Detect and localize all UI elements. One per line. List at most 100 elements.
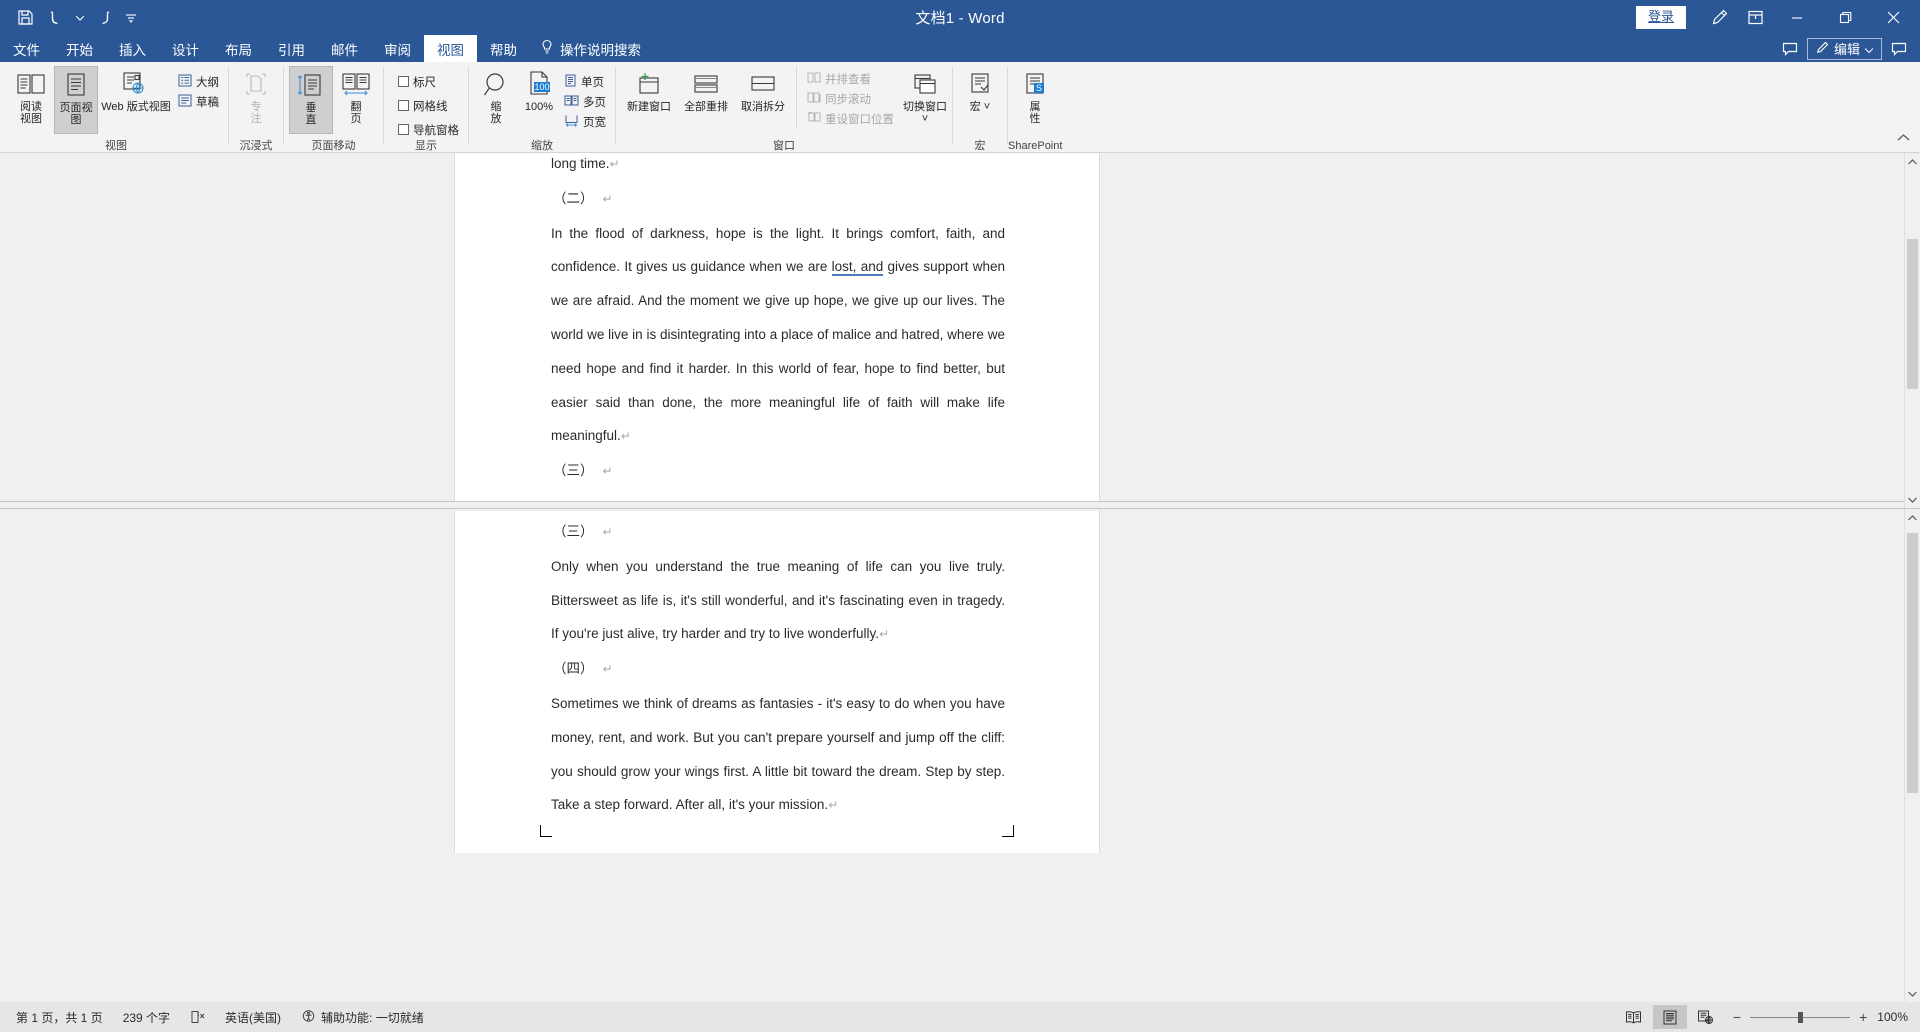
group-label-page-movement: 页面移动 <box>311 140 356 152</box>
scroll-up-arrow[interactable] <box>1905 153 1920 170</box>
heading-san-page2[interactable]: （三） ↵ <box>551 515 1005 550</box>
zoom-button[interactable]: 缩放 <box>474 66 518 134</box>
chevron-up-icon[interactable] <box>1894 128 1912 146</box>
scroll-thumb[interactable] <box>1907 239 1918 389</box>
tab-references[interactable]: 引用 <box>265 35 318 62</box>
tab-layout[interactable]: 布局 <box>212 35 265 62</box>
save-icon[interactable] <box>10 4 40 32</box>
accessibility-status[interactable]: 辅助功能: 一切就绪 <box>291 1005 434 1029</box>
tab-file[interactable]: 文件 <box>0 35 53 62</box>
vertical-scroll-button[interactable]: 垂直 <box>289 66 333 134</box>
sign-in-button[interactable]: 登录 <box>1635 6 1686 29</box>
zoom-slider[interactable]: − + <box>1725 1010 1875 1024</box>
zoom-out-button[interactable]: − <box>1733 1010 1741 1024</box>
zoom-track[interactable] <box>1750 1011 1851 1023</box>
properties-button[interactable]: S 属性 <box>1013 66 1057 134</box>
web-layout-button[interactable]: Web 版式视图 <box>99 66 173 134</box>
tab-design[interactable]: 设计 <box>159 35 212 62</box>
print-layout-button[interactable]: 页面视图 <box>54 66 98 134</box>
page-1-text[interactable]: long time.↵ （二） ↵ In the flood of darknes… <box>551 153 1005 489</box>
comments-icon-left[interactable] <box>1777 38 1803 60</box>
tab-home[interactable]: 开始 <box>53 35 106 62</box>
page-number-status[interactable]: 第 1 页，共 1 页 <box>6 1005 113 1029</box>
page-width-button[interactable]: 页宽 <box>560 112 610 131</box>
edit-mode-button[interactable]: 编辑 <box>1806 37 1882 60</box>
document-page-1[interactable]: long time.↵ （二） ↵ In the flood of darknes… <box>454 153 1100 501</box>
zoom-handle[interactable] <box>1798 1011 1804 1023</box>
ribbon-group-page-movement: 垂直 翻页 页面移动 <box>284 62 383 153</box>
draft-button[interactable]: 草稿 <box>174 92 223 111</box>
web-layout-view-button[interactable] <box>1689 1005 1723 1029</box>
macros-button[interactable]: 宏 ˅ <box>958 66 1002 134</box>
heading-er[interactable]: （二） ↵ <box>551 182 1005 217</box>
tab-review[interactable]: 审阅 <box>371 35 424 62</box>
undo-dropdown-icon[interactable] <box>74 4 86 32</box>
ribbon-display-options-icon[interactable] <box>1738 3 1772 33</box>
page-2-text[interactable]: （三） ↵ Only when you understand the true m… <box>551 515 1005 823</box>
paragraph-dreams-fantasies[interactable]: Sometimes we think of dreams as fantasie… <box>551 687 1005 823</box>
split-icon <box>748 69 778 101</box>
ruler-checkbox[interactable]: 标尺 <box>394 72 463 91</box>
navigation-pane-checkbox[interactable]: 导航窗格 <box>394 120 463 139</box>
tab-insert[interactable]: 插入 <box>106 35 159 62</box>
scroll-down-arrow[interactable] <box>1905 985 1920 1002</box>
group-label-window: 窗口 <box>773 140 795 152</box>
close-button[interactable] <box>1870 0 1916 35</box>
proofing-errors-icon[interactable] <box>180 1005 215 1029</box>
multi-page-icon <box>564 94 579 110</box>
word-count-status[interactable]: 239 个字 <box>113 1005 180 1029</box>
language-status[interactable]: 英语(美国) <box>215 1005 291 1029</box>
scroll-up-arrow[interactable] <box>1905 509 1920 526</box>
paragraph-long-time[interactable]: long time.↵ <box>551 153 1005 182</box>
one-page-label: 单页 <box>581 76 604 89</box>
ribbon-group-zoom: 缩放 100 100% 单页 多页 页宽 缩放 <box>469 62 615 153</box>
heading-si[interactable]: （四） ↵ <box>551 652 1005 687</box>
text-run: （二） <box>553 190 594 206</box>
pen-icon[interactable] <box>1702 3 1736 33</box>
redo-icon[interactable] <box>88 4 118 32</box>
one-page-icon <box>564 74 577 90</box>
scroll-thumb[interactable] <box>1907 533 1918 793</box>
outline-button[interactable]: 大纲 <box>174 72 223 91</box>
multiple-pages-button[interactable]: 多页 <box>560 92 610 111</box>
zoom-100-label: 100% <box>524 101 554 113</box>
arrange-all-button[interactable]: 全部重排 <box>678 66 734 134</box>
scroll-down-arrow[interactable] <box>1905 491 1920 508</box>
heading-san-page1[interactable]: （三） ↵ <box>551 454 1005 489</box>
read-mode-button[interactable]: 阅读 视图 <box>9 66 53 134</box>
read-mode-view-button[interactable] <box>1617 1005 1651 1029</box>
side-to-side-button[interactable]: 翻页 <box>334 66 378 134</box>
new-window-button[interactable]: 新建窗口 <box>621 66 677 134</box>
paragraph-true-meaning[interactable]: Only when you understand the true meanin… <box>551 550 1005 652</box>
macros-icon <box>967 69 993 101</box>
multiple-pages-label: 多页 <box>583 96 606 109</box>
zoom-in-button[interactable]: + <box>1859 1010 1867 1024</box>
side-to-side-icon <box>340 69 372 101</box>
tab-view[interactable]: 视图 <box>424 35 477 62</box>
undo-icon[interactable] <box>42 4 72 32</box>
view-side-by-side-button: 并排查看 <box>803 70 898 89</box>
pages-container[interactable]: long time.↵ （二） ↵ In the flood of darknes… <box>0 153 1920 1002</box>
zoom-level-label[interactable]: 100% <box>1877 1010 1914 1024</box>
restore-button[interactable] <box>1822 0 1868 35</box>
tell-me-search[interactable]: 操作说明搜索 <box>530 35 641 62</box>
gridlines-checkbox[interactable]: 网格线 <box>394 96 463 115</box>
tab-help[interactable]: 帮助 <box>477 35 530 62</box>
tab-mailings[interactable]: 邮件 <box>318 35 371 62</box>
print-layout-view-button[interactable] <box>1652 1005 1687 1029</box>
document-page-2[interactable]: （三） ↵ Only when you understand the true m… <box>454 511 1100 853</box>
customize-qat-icon[interactable] <box>120 4 142 32</box>
zoom-100-button[interactable]: 100 100% <box>519 66 559 134</box>
paragraph-hope-is-light[interactable]: In the flood of darkness, hope is the li… <box>551 217 1005 455</box>
remove-split-button[interactable]: 取消拆分 <box>735 66 791 134</box>
minimize-button[interactable] <box>1774 0 1820 35</box>
one-page-button[interactable]: 单页 <box>560 72 610 91</box>
print-layout-label: 页面视图 <box>59 102 93 126</box>
ribbon-group-window: 新建窗口 全部重排 取消拆分 并排查看 同步滚动 重设窗口位置 切换窗口 ˅ 窗… <box>616 62 952 153</box>
vertical-scrollbar-bottom[interactable] <box>1904 509 1920 1002</box>
comments-icon-right[interactable] <box>1886 38 1912 60</box>
switch-windows-button[interactable]: 切换窗口 ˅ <box>903 66 947 134</box>
pilcrow-mark: ↵ <box>878 627 890 642</box>
vertical-scrollbar-top[interactable] <box>1904 153 1920 508</box>
spelling-error-run[interactable]: lost, and <box>831 259 884 277</box>
